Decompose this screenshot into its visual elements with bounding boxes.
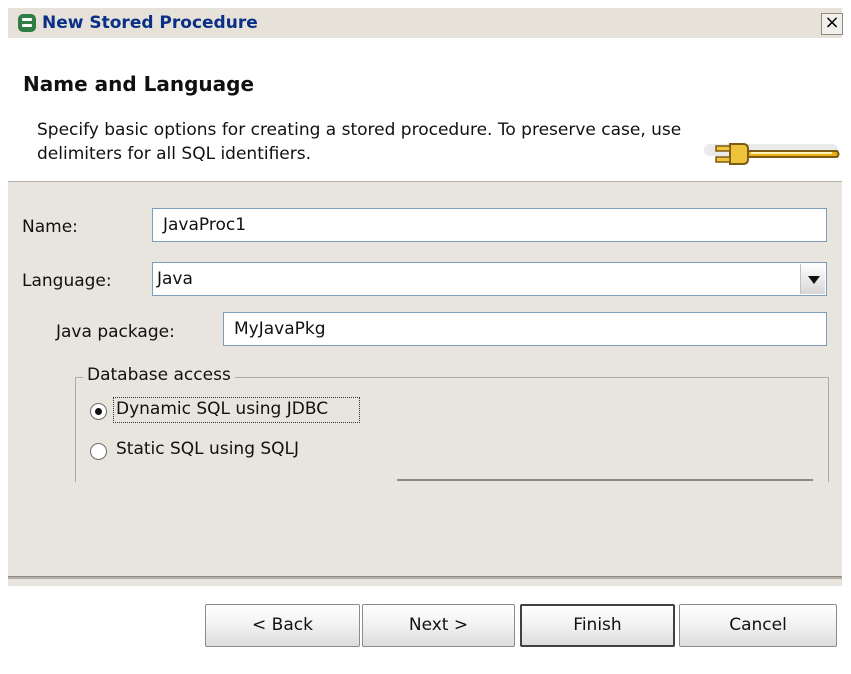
- language-select[interactable]: Java: [152, 262, 827, 296]
- name-label: Name:: [22, 217, 78, 237]
- button-separator: [8, 576, 842, 579]
- dynamic-sql-radio[interactable]: [90, 403, 107, 420]
- language-selected-value: Java: [157, 269, 193, 289]
- language-label: Language:: [22, 271, 112, 291]
- database-wizard-icon: [18, 14, 36, 32]
- title-bar: New Stored Procedure ×: [8, 8, 843, 39]
- window-title: New Stored Procedure: [42, 13, 258, 33]
- database-access-group: [75, 377, 829, 482]
- name-field[interactable]: JavaProc1: [152, 208, 827, 242]
- static-sql-radio[interactable]: [90, 443, 107, 460]
- database-access-legend: Database access: [83, 365, 235, 385]
- wizard-header: Name and Language Specify basic options …: [8, 38, 842, 182]
- close-button[interactable]: ×: [821, 13, 843, 35]
- chevron-down-icon[interactable]: [800, 264, 825, 294]
- static-sql-label[interactable]: Static SQL using SQLJ: [116, 439, 299, 459]
- next-button[interactable]: Next >: [362, 604, 515, 647]
- new-stored-procedure-dialog: New Stored Procedure × Name and Language…: [0, 0, 851, 674]
- java-package-field[interactable]: MyJavaPkg: [223, 312, 827, 346]
- group-divider: [397, 479, 813, 481]
- plug-icon: [715, 143, 840, 165]
- dynamic-sql-label[interactable]: Dynamic SQL using JDBC: [116, 399, 328, 419]
- finish-button[interactable]: Finish: [520, 604, 675, 647]
- java-package-label: Java package:: [56, 322, 175, 342]
- cancel-button[interactable]: Cancel: [679, 604, 837, 647]
- back-button[interactable]: < Back: [205, 604, 360, 647]
- page-description: Specify basic options for creating a sto…: [37, 120, 682, 164]
- page-title: Name and Language: [23, 72, 255, 96]
